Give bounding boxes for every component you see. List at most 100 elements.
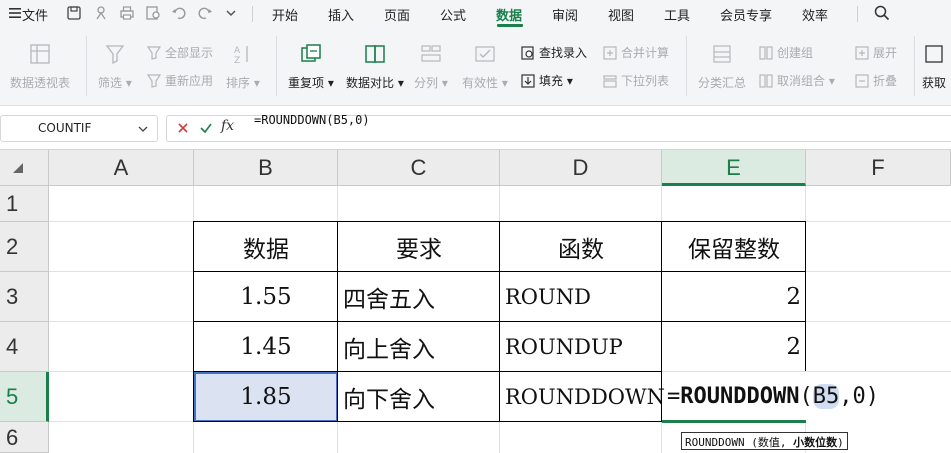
menu-separator bbox=[252, 6, 253, 22]
undo-icon[interactable] bbox=[170, 4, 188, 22]
result-cell[interactable]: 2 bbox=[662, 322, 806, 372]
tab-view[interactable]: 视图 bbox=[608, 5, 634, 24]
get-data-icon bbox=[925, 45, 943, 63]
sort-button[interactable]: AZ 排序 ▾ bbox=[226, 43, 260, 91]
confirm-icon[interactable] bbox=[199, 121, 213, 135]
table-border bbox=[193, 221, 194, 421]
ribbon: 数据透视表 筛选 ▾ 全部显示 重新应用 AZ 排序 ▾ 重复项 ▾ 数据对比 … bbox=[0, 28, 951, 106]
merge-calc-icon bbox=[603, 45, 617, 60]
reapply-icon bbox=[146, 73, 162, 88]
tab-member[interactable]: 会员专享 bbox=[720, 5, 772, 24]
duplicates-button[interactable]: 重复项 ▾ bbox=[288, 43, 334, 91]
save-icon[interactable] bbox=[65, 4, 83, 22]
redo-icon[interactable] bbox=[196, 4, 214, 22]
header-cell-result[interactable]: 保留整数 bbox=[662, 222, 806, 272]
print-icon[interactable] bbox=[118, 4, 136, 22]
row-header-5[interactable]: 5 bbox=[0, 372, 49, 422]
search-icon[interactable] bbox=[873, 4, 891, 22]
show-all-button[interactable]: 全部显示 bbox=[146, 44, 213, 61]
create-group-button[interactable]: 创建组 bbox=[758, 44, 813, 61]
table-border bbox=[337, 221, 338, 421]
chevron-down-icon[interactable] bbox=[222, 4, 240, 22]
edit-cell-indicator bbox=[662, 420, 806, 423]
ribbon-separator bbox=[686, 36, 687, 96]
expand-button[interactable]: 展开 bbox=[854, 44, 897, 61]
subtotal-icon bbox=[713, 45, 731, 63]
find-entry-button[interactable]: 查找录入 bbox=[520, 44, 587, 61]
function-cell[interactable]: ROUND bbox=[500, 272, 662, 322]
header-cell-function[interactable]: 函数 bbox=[500, 222, 662, 272]
dropdown-list-icon bbox=[603, 74, 617, 88]
fill-button[interactable]: 填充 ▾ bbox=[520, 72, 573, 89]
merge-calc-button[interactable]: 合并计算 bbox=[602, 44, 669, 61]
fill-icon bbox=[521, 73, 535, 88]
column-header-b[interactable]: B bbox=[194, 150, 338, 186]
name-box[interactable]: COUNTIF bbox=[0, 115, 158, 142]
dropdown-list-button[interactable]: 下拉列表 bbox=[602, 72, 669, 89]
pivot-table-button[interactable]: 数据透视表 bbox=[10, 43, 70, 91]
reapply-button[interactable]: 重新应用 bbox=[146, 72, 213, 89]
duplicates-icon bbox=[301, 44, 321, 62]
tab-formula[interactable]: 公式 bbox=[440, 5, 466, 24]
requirement-cell[interactable]: 四舍五入 bbox=[338, 272, 500, 322]
function-cell[interactable]: ROUNDDOWN bbox=[500, 372, 665, 422]
row-header-6[interactable]: 6 bbox=[0, 422, 49, 453]
expand-icon bbox=[855, 45, 869, 60]
formula-bar: COUNTIF fx bbox=[0, 106, 951, 150]
header-cell-data[interactable]: 数据 bbox=[194, 222, 338, 272]
ungroup-button[interactable]: 取消组合 ▾ bbox=[758, 72, 835, 89]
column-header-e[interactable]: E bbox=[662, 150, 806, 186]
filter-button[interactable]: 筛选 ▾ bbox=[98, 43, 132, 91]
row-header-4[interactable]: 4 bbox=[0, 322, 49, 372]
validity-button[interactable]: 有效性 ▾ bbox=[462, 43, 508, 91]
tab-page[interactable]: 页面 bbox=[384, 5, 410, 24]
data-cell[interactable]: 1.55 bbox=[194, 272, 338, 322]
data-cell[interactable]: 1.45 bbox=[194, 322, 338, 372]
table-border bbox=[499, 221, 500, 421]
menu-bar: 文件 开始 插入 页面 公式 数据 审阅 视图 工具 会员专享 效率 bbox=[0, 0, 951, 28]
in-cell-formula[interactable]: =ROUNDDOWN(B5,0) bbox=[667, 384, 879, 409]
column-header-f[interactable]: F bbox=[806, 150, 951, 186]
function-cell[interactable]: ROUNDUP bbox=[500, 322, 662, 372]
subtotal-button[interactable]: 分类汇总 bbox=[698, 43, 746, 91]
row-header-2[interactable]: 2 bbox=[0, 222, 49, 272]
function-signature-tooltip: ROUNDDOWN (数值, 小数位数) bbox=[681, 432, 848, 450]
tab-tools[interactable]: 工具 bbox=[664, 5, 690, 24]
corner-triangle-icon bbox=[13, 163, 23, 173]
filter-icon bbox=[105, 45, 125, 65]
select-all-corner[interactable] bbox=[0, 150, 49, 186]
requirement-cell[interactable]: 向下舍入 bbox=[338, 372, 500, 422]
print-preview-icon[interactable] bbox=[144, 4, 162, 22]
chevron-down-icon[interactable] bbox=[137, 123, 149, 135]
table-border bbox=[805, 221, 806, 371]
table-border bbox=[193, 421, 662, 422]
tab-efficiency[interactable]: 效率 bbox=[802, 5, 828, 24]
get-data-button[interactable]: 获取 bbox=[922, 43, 946, 91]
column-header-a[interactable]: A bbox=[49, 150, 194, 186]
tab-data[interactable]: 数据 bbox=[496, 5, 522, 24]
requirement-cell[interactable]: 向上舍入 bbox=[338, 322, 500, 372]
compare-button[interactable]: 数据对比 ▾ bbox=[346, 43, 404, 91]
collapse-icon bbox=[855, 73, 869, 88]
row-header-1[interactable]: 1 bbox=[0, 186, 49, 222]
tab-insert[interactable]: 插入 bbox=[328, 5, 354, 24]
table-border bbox=[661, 221, 662, 421]
header-cell-requirement[interactable]: 要求 bbox=[338, 222, 500, 272]
row-header-3[interactable]: 3 bbox=[0, 272, 49, 322]
table-border bbox=[193, 371, 662, 372]
active-tab-indicator bbox=[497, 24, 523, 27]
share-icon[interactable] bbox=[92, 4, 110, 22]
collapse-button[interactable]: 折叠 bbox=[854, 72, 897, 89]
show-all-icon bbox=[146, 45, 162, 60]
tab-home[interactable]: 开始 bbox=[272, 5, 298, 24]
column-header-d[interactable]: D bbox=[500, 150, 662, 186]
tab-review[interactable]: 审阅 bbox=[552, 5, 578, 24]
result-cell[interactable]: 2 bbox=[662, 272, 806, 322]
insert-function-icon[interactable]: fx bbox=[221, 118, 234, 134]
split-column-button[interactable]: 分列 ▾ bbox=[414, 43, 448, 91]
column-header-c[interactable]: C bbox=[338, 150, 500, 186]
cancel-icon[interactable] bbox=[176, 121, 190, 135]
file-menu[interactable]: 文件 bbox=[22, 5, 48, 24]
split-column-icon bbox=[421, 45, 441, 62]
data-cell[interactable]: 1.85 bbox=[194, 372, 338, 422]
